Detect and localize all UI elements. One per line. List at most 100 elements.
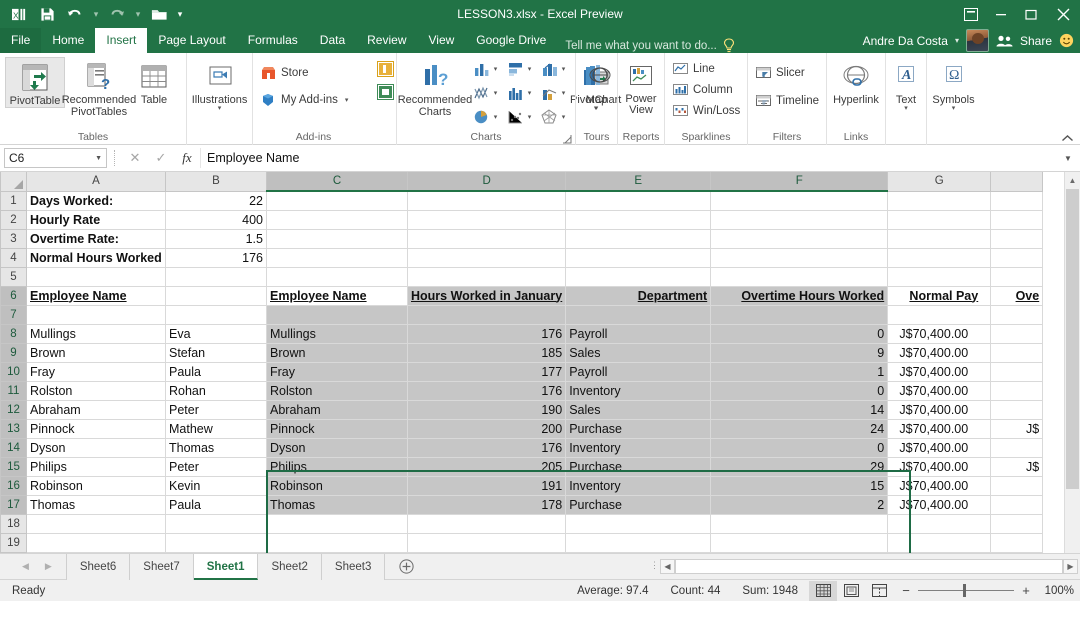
hierarchy-chart-button[interactable]: ▾ — [536, 57, 570, 81]
cell-F11[interactable]: 0 — [710, 381, 889, 401]
cell-D16[interactable]: 191 — [407, 476, 567, 496]
cell-A10[interactable]: Fray — [26, 362, 166, 382]
cell-F1[interactable] — [710, 191, 889, 211]
pie-chart-dropdown-icon[interactable]: ▾ — [494, 113, 498, 121]
scroll-up-icon[interactable]: ▲ — [1065, 172, 1080, 188]
scatter-chart-dropdown-icon[interactable]: ▾ — [528, 113, 532, 121]
text-dropdown-icon[interactable]: ▾ — [904, 105, 908, 112]
cell-A9[interactable]: Brown — [26, 343, 166, 363]
zoom-out-button[interactable]: − — [901, 583, 911, 598]
add-sheet-icon[interactable] — [399, 559, 414, 574]
cell-D13[interactable]: 200 — [407, 419, 567, 439]
cell-C14[interactable]: Dyson — [266, 438, 408, 458]
tab-view[interactable]: View — [418, 28, 466, 53]
sheet-tab-sheet6[interactable]: Sheet6 — [65, 553, 131, 580]
cell-C2[interactable] — [266, 210, 408, 230]
recommended-charts-button[interactable]: ? Recommended Charts — [398, 57, 472, 118]
cell-X15[interactable]: J$ — [990, 457, 1044, 477]
account-dropdown-icon[interactable]: ▾ — [955, 36, 959, 45]
tab-file[interactable]: File — [0, 28, 42, 53]
combo-chart-button[interactable]: ▾ — [536, 81, 570, 105]
row-header-9[interactable]: 9 — [0, 343, 27, 363]
bar-chart-dropdown-icon[interactable]: ▾ — [528, 65, 532, 73]
bing-maps-icon[interactable] — [376, 61, 394, 77]
cell-F8[interactable]: 0 — [710, 324, 889, 344]
row-header-8[interactable]: 8 — [0, 324, 27, 344]
cell-B14[interactable]: Thomas — [165, 438, 267, 458]
cell-C17[interactable]: Thomas — [266, 495, 408, 515]
formula-input[interactable]: Employee Name — [200, 148, 1060, 168]
tab-data[interactable]: Data — [309, 28, 356, 53]
sheet-tab-sheet2[interactable]: Sheet2 — [258, 553, 322, 580]
check-icon[interactable]: ✓ — [148, 150, 174, 166]
cell-D4[interactable] — [407, 248, 567, 268]
slicer-button[interactable]: Slicer — [753, 62, 808, 83]
table-button[interactable]: Table — [133, 57, 175, 106]
cell-E6[interactable]: Department — [565, 286, 712, 306]
statistic-chart-dropdown-icon[interactable]: ▾ — [528, 89, 532, 97]
cell-B12[interactable]: Peter — [165, 400, 267, 420]
cell-X19[interactable] — [990, 533, 1044, 553]
cell-B7[interactable] — [165, 305, 267, 325]
cell-B1[interactable]: 22 — [165, 191, 267, 211]
open-icon[interactable] — [146, 2, 172, 26]
charts-dialog-launcher-icon[interactable] — [563, 135, 572, 144]
zoom-in-button[interactable]: + — [1021, 583, 1031, 598]
name-box-dropdown-icon[interactable]: ▼ — [95, 155, 102, 162]
cell-A1[interactable]: Days Worked: — [26, 191, 166, 211]
cell-C16[interactable]: Robinson — [266, 476, 408, 496]
column-header-e[interactable]: E — [565, 172, 712, 192]
pivottable-button[interactable]: PivotTable — [5, 57, 65, 108]
cell-C3[interactable] — [266, 229, 408, 249]
cell-A14[interactable]: Dyson — [26, 438, 166, 458]
scroll-right-icon[interactable]: ▶ — [1063, 559, 1078, 574]
cell-C8[interactable]: Mullings — [266, 324, 408, 344]
column-chart-button[interactable]: ▾ — [468, 57, 502, 81]
waterfall-chart-dropdown-icon[interactable]: ▾ — [494, 89, 498, 97]
row-header-19[interactable]: 19 — [0, 533, 27, 553]
cell-X8[interactable] — [990, 324, 1044, 344]
cell-C5[interactable] — [266, 267, 408, 287]
cell-X9[interactable] — [990, 343, 1044, 363]
sparkline-line-button[interactable]: Line — [670, 58, 718, 79]
cell-X13[interactable]: J$ — [990, 419, 1044, 439]
account-name[interactable]: Andre Da Costa — [863, 34, 948, 48]
row-header-16[interactable]: 16 — [0, 476, 27, 496]
cell-G17[interactable]: J$70,400.00 — [887, 495, 992, 515]
cell-F14[interactable]: 0 — [710, 438, 889, 458]
cell-A11[interactable]: Rolston — [26, 381, 166, 401]
cell-A4[interactable]: Normal Hours Worked — [26, 248, 166, 268]
redo-icon[interactable] — [104, 2, 130, 26]
cell-C15[interactable]: Philips — [266, 457, 408, 477]
cell-E14[interactable]: Inventory — [565, 438, 712, 458]
cell-X14[interactable] — [990, 438, 1044, 458]
cell-C10[interactable]: Fray — [266, 362, 408, 382]
cell-F4[interactable] — [710, 248, 889, 268]
cell-E2[interactable] — [565, 210, 712, 230]
cell-G7[interactable] — [887, 305, 992, 325]
tab-page-layout[interactable]: Page Layout — [147, 28, 236, 53]
cell-F2[interactable] — [710, 210, 889, 230]
restore-icon[interactable] — [1016, 0, 1046, 28]
tab-formulas[interactable]: Formulas — [237, 28, 309, 53]
cell-G12[interactable]: J$70,400.00 — [887, 400, 992, 420]
cell-C12[interactable]: Abraham — [266, 400, 408, 420]
cell-E8[interactable]: Payroll — [565, 324, 712, 344]
cell-F3[interactable] — [710, 229, 889, 249]
illustrations-dropdown-icon[interactable]: ▾ — [218, 105, 222, 112]
my-addins-button[interactable]: My Add-ins ▾ — [258, 89, 351, 110]
cell-C4[interactable] — [266, 248, 408, 268]
row-header-3[interactable]: 3 — [0, 229, 27, 249]
cell-G19[interactable] — [887, 533, 992, 553]
cell-E1[interactable] — [565, 191, 712, 211]
vertical-scroll-thumb[interactable] — [1066, 189, 1079, 489]
cell-E10[interactable]: Payroll — [565, 362, 712, 382]
row-header-13[interactable]: 13 — [0, 419, 27, 439]
cell-F18[interactable] — [710, 514, 889, 534]
normal-view-icon[interactable] — [809, 580, 837, 601]
name-box[interactable]: C6 ▼ — [4, 148, 107, 168]
row-header-4[interactable]: 4 — [0, 248, 27, 268]
cell-F10[interactable]: 1 — [710, 362, 889, 382]
cell-E16[interactable]: Inventory — [565, 476, 712, 496]
cell-C19[interactable] — [266, 533, 408, 553]
